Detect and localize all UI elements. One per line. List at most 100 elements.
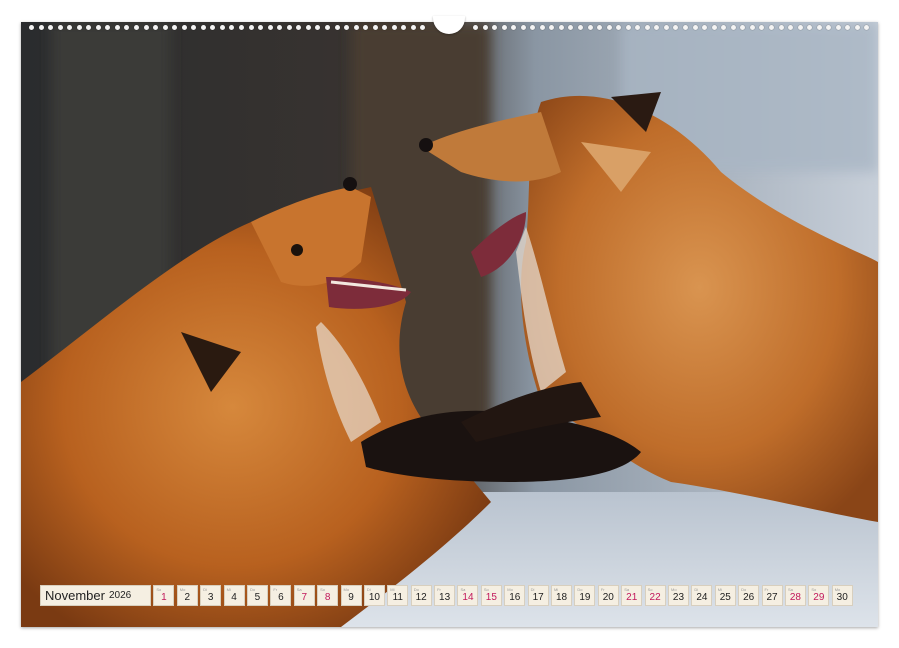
day-cell: So 15 — [480, 585, 502, 606]
binding-ring — [86, 25, 92, 30]
day-cell: Fr 6 — [270, 585, 292, 606]
binding-ring — [711, 25, 717, 30]
day-number: 28 — [789, 592, 801, 603]
binding-ring — [420, 25, 426, 30]
day-cell: Fr 20 — [597, 585, 619, 606]
binding-ring — [807, 25, 813, 30]
binding-ring — [835, 25, 841, 30]
binding-ring — [277, 25, 283, 30]
binding-ring — [473, 25, 478, 30]
binding-rings-right — [473, 25, 870, 31]
day-cell: Mi 25 — [714, 585, 736, 606]
day-number: 23 — [672, 592, 685, 603]
binding-ring — [229, 25, 235, 30]
binding-ring — [549, 25, 555, 30]
binding-ring — [286, 25, 292, 30]
day-cell: So 22 — [644, 585, 666, 606]
day-number: 1 — [161, 592, 167, 603]
calendar-page: November 2026 So 1 Mo 2 Di 3 Mi 4 Do 5 Fr 6 Sa 7 So 8 Mo… — [21, 22, 878, 627]
day-cell: Mo 9 — [340, 585, 362, 606]
day-number: 30 — [836, 592, 848, 603]
binding-ring — [382, 25, 388, 30]
binding-ring — [797, 25, 803, 30]
binding-ring — [191, 25, 197, 30]
binding-ring — [788, 25, 794, 30]
day-number: 8 — [324, 592, 331, 603]
binding-ring — [67, 25, 73, 30]
binding-rings-left — [29, 25, 426, 31]
binding-ring — [153, 25, 159, 30]
binding-ring — [258, 25, 264, 30]
day-cell: Sa 7 — [293, 585, 315, 606]
binding-ring — [854, 25, 860, 30]
day-number: 20 — [602, 592, 614, 603]
year: 2026 — [108, 590, 132, 601]
day-number: 7 — [301, 592, 308, 603]
day-number: 12 — [415, 592, 427, 603]
day-number: 21 — [626, 592, 638, 603]
day-number: 5 — [254, 592, 261, 603]
binding-ring — [625, 25, 631, 30]
binding-ring — [826, 25, 832, 30]
binding-ring — [219, 25, 225, 30]
day-cell: Di 3 — [200, 585, 222, 606]
day-number: 29 — [813, 592, 825, 603]
binding-ring — [683, 25, 689, 30]
day-number: 22 — [649, 592, 661, 603]
binding-ring — [248, 25, 254, 30]
binding-ring — [48, 25, 54, 30]
binding-ring — [296, 25, 302, 30]
day-cell: Mo 30 — [831, 585, 853, 606]
day-number: 9 — [348, 592, 354, 603]
binding-ring — [759, 25, 765, 30]
day-number: 16 — [509, 592, 521, 603]
binding-ring — [210, 25, 216, 30]
day-cell: So 8 — [317, 585, 339, 606]
binding-ring — [606, 25, 612, 30]
binding-ring — [654, 25, 660, 30]
day-number: 15 — [485, 592, 497, 603]
binding-ring — [324, 25, 330, 30]
binding-ring — [721, 25, 727, 30]
binding-ring — [172, 25, 178, 30]
binding-ring — [76, 25, 82, 30]
binding-ring — [29, 25, 34, 30]
binding-ring — [702, 25, 708, 30]
binding-ring — [162, 25, 168, 30]
binding-ring — [124, 25, 130, 30]
binding-ring — [334, 25, 340, 30]
binding-ring — [38, 25, 44, 30]
binding-ring — [114, 25, 120, 30]
binding-ring — [482, 25, 488, 30]
binding-ring — [181, 25, 187, 30]
binding-ring — [816, 25, 822, 30]
binding-ring — [372, 25, 378, 30]
day-number: 17 — [532, 592, 544, 603]
binding-ring — [200, 25, 206, 30]
binding-ring — [539, 25, 545, 30]
day-number: 26 — [743, 592, 755, 603]
day-cell: Sa 21 — [621, 585, 643, 606]
binding-ring — [663, 25, 669, 30]
day-cells: So 1 Mo 2 Di 3 Mi 4 Do 5 Fr 6 Sa 7 So 8 Mo 9 Di 10 Mi 11 Do 12 F… — [153, 585, 853, 606]
binding-ring — [520, 25, 526, 30]
day-cell: Mo 23 — [667, 585, 689, 606]
binding-ring — [143, 25, 149, 30]
day-cell: Mo 16 — [504, 585, 526, 606]
day-cell: Do 12 — [410, 585, 432, 606]
binding-ring — [644, 25, 650, 30]
binding-ring — [305, 25, 311, 30]
binding-ring — [558, 25, 564, 30]
binding-ring — [635, 25, 641, 30]
binding-ring — [749, 25, 755, 30]
day-number: 24 — [696, 592, 708, 603]
binding-ring — [568, 25, 574, 30]
hanger-hook — [433, 16, 465, 34]
binding-ring — [95, 25, 101, 30]
day-number: 27 — [766, 592, 778, 603]
day-number: 19 — [579, 592, 591, 603]
month-name: November — [45, 588, 105, 603]
binding-ring — [511, 25, 517, 30]
day-cell: Mi 4 — [223, 585, 245, 606]
binding-ring — [267, 25, 273, 30]
